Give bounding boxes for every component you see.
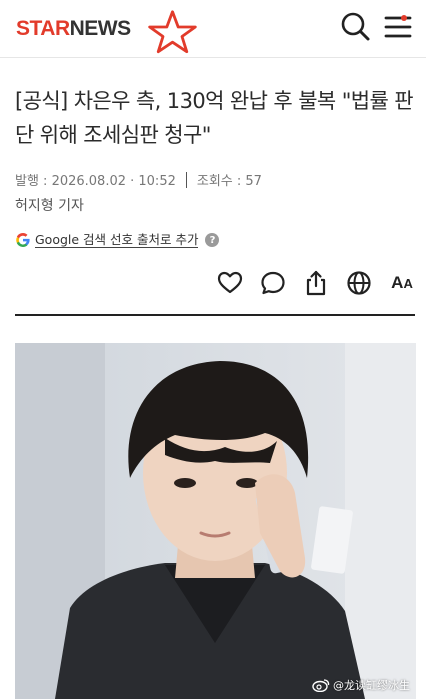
- starnews-logo[interactable]: STARNEWS: [16, 6, 197, 54]
- site-header: STARNEWS: [0, 0, 426, 58]
- article-meta: 발행 : 2026.08.02 · 10:52 조회수 : 57: [15, 170, 262, 189]
- comment-icon: [261, 271, 285, 295]
- watermark-text: @龙读缸缪冰生: [333, 679, 410, 692]
- notification-dot: [401, 15, 407, 21]
- like-button[interactable]: [215, 268, 245, 298]
- heart-icon: [217, 271, 243, 294]
- google-icon: [16, 233, 30, 247]
- google-preferred-source-link[interactable]: Google 검색 선호 출처로 추가 ?: [15, 232, 220, 248]
- meta-separator: [185, 171, 187, 188]
- font-size-icon: A: [391, 273, 404, 292]
- search-button[interactable]: [339, 10, 371, 42]
- help-icon[interactable]: ?: [205, 233, 220, 247]
- person-photo-illustration: [15, 343, 416, 699]
- menu-button[interactable]: [382, 10, 414, 42]
- translate-button[interactable]: [344, 268, 374, 298]
- article-photo[interactable]: @龙读缸缪冰生: [15, 343, 416, 699]
- comment-button[interactable]: [258, 268, 288, 298]
- font-size-button[interactable]: AA: [387, 268, 417, 298]
- share-button[interactable]: [301, 268, 331, 298]
- globe-icon: [347, 271, 371, 295]
- section-divider: [15, 314, 415, 316]
- logo-text: STARNEWS: [16, 17, 131, 40]
- search-icon: [341, 12, 370, 41]
- author-name[interactable]: 허지형 기자: [15, 195, 84, 215]
- logo-star-icon: [148, 10, 197, 54]
- weibo-icon: [312, 679, 330, 692]
- share-icon: [306, 270, 326, 296]
- view-count: 조회수 : 57: [196, 174, 262, 189]
- font-size-icon-small: A: [403, 275, 413, 291]
- article-title: [공식] 차은우 측, 130억 완납 후 불복 "법률 판단 위해 조세심판 …: [15, 89, 414, 147]
- google-link-label: Google 검색 선호 출처로 추가: [35, 232, 199, 248]
- publish-date: 발행 : 2026.08.02 · 10:52: [15, 174, 176, 189]
- photo-watermark: @龙读缸缪冰生: [312, 677, 410, 693]
- menu-icon: [384, 16, 412, 38]
